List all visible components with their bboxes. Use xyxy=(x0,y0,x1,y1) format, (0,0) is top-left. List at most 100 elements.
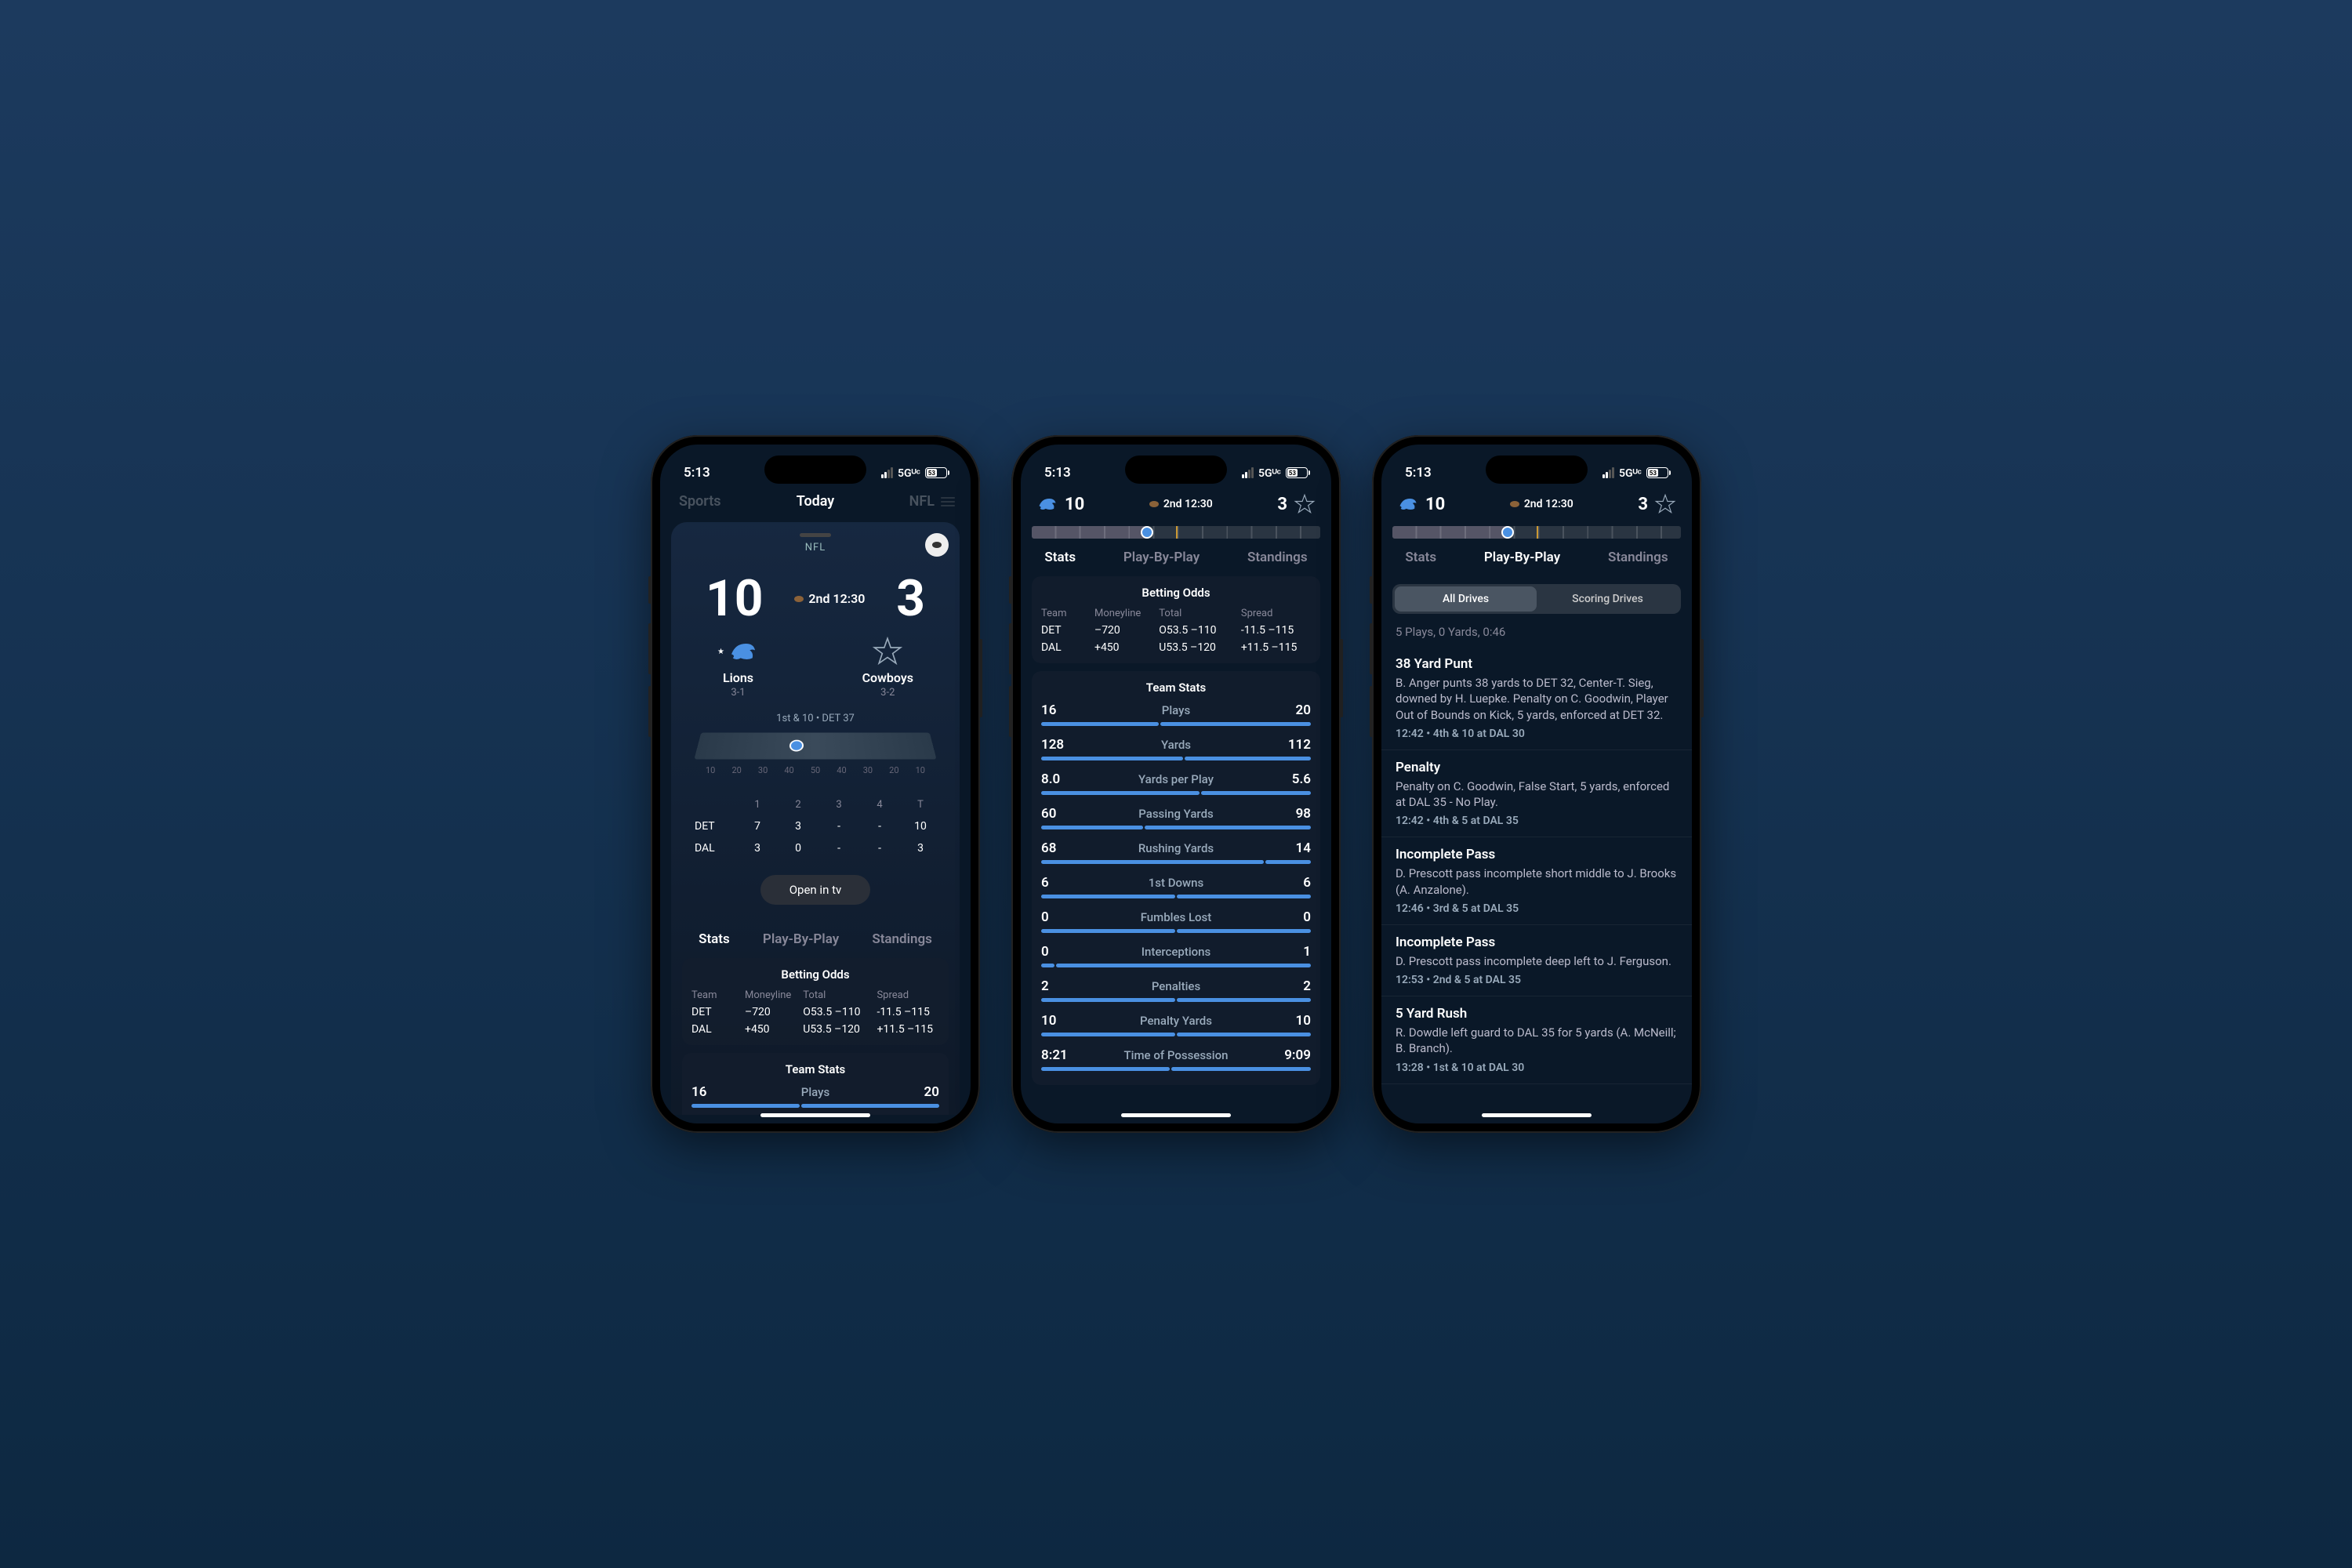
line-score-table: 1234T DET73--10 DAL30--3 xyxy=(690,794,941,859)
stat-row: 8:21 Time of Possession 9:09 xyxy=(1041,1047,1311,1071)
stat-row: 16 Plays 20 xyxy=(1041,702,1311,726)
stat-right: 6 xyxy=(1303,875,1311,891)
stat-label: Time of Possession xyxy=(1124,1048,1229,1062)
phone-play-by-play: 5:13 5Gᵁᶜ 53 10 2nd 12:30 3 Stats Play-B… xyxy=(1372,435,1701,1133)
stat-left: 16 xyxy=(1041,702,1056,718)
away-score: 3 xyxy=(1277,495,1287,514)
tab-play-by-play[interactable]: Play-By-Play xyxy=(1123,550,1200,565)
possession-icon xyxy=(1510,501,1519,507)
page-title: Today xyxy=(797,493,835,510)
play-description: D. Prescott pass incomplete short middle… xyxy=(1396,866,1678,898)
play-item[interactable]: Incomplete PassD. Prescott pass incomple… xyxy=(1381,925,1692,996)
cowboys-logo-icon xyxy=(1294,493,1316,515)
stat-row: 61st Downs6 xyxy=(1041,875,1311,898)
tab-stats[interactable]: Stats xyxy=(1044,550,1076,565)
football-icon xyxy=(931,539,943,551)
stat-label: Plays xyxy=(1162,703,1190,717)
stat-right: 0 xyxy=(1303,909,1311,925)
compact-score-header[interactable]: 10 2nd 12:30 3 xyxy=(1381,487,1692,521)
play-description: B. Anger punts 38 yards to DET 32, Cente… xyxy=(1396,675,1678,723)
home-indicator[interactable] xyxy=(1482,1113,1592,1117)
panel-title: Betting Odds xyxy=(691,967,939,982)
lions-logo-icon xyxy=(728,636,759,667)
stat-row: 2Penalties2 xyxy=(1041,978,1311,1002)
signal-icon xyxy=(881,467,893,478)
team-stats-panel: Team Stats 16Plays20128Yards1128.0Yards … xyxy=(1032,671,1320,1085)
play-item[interactable]: Incomplete PassD. Prescott pass incomple… xyxy=(1381,837,1692,925)
stat-right: 9:09 xyxy=(1284,1047,1311,1063)
tab-bar: Stats Play-By-Play Standings xyxy=(682,920,949,958)
betting-odds-panel: Betting Odds TeamMoneylineTotalSpread DE… xyxy=(1032,576,1320,663)
tab-play-by-play[interactable]: Play-By-Play xyxy=(763,931,839,947)
nav-header: Sports Today NFL xyxy=(660,487,971,516)
battery-icon: 53 xyxy=(1646,467,1668,478)
home-score: 10 xyxy=(706,569,763,628)
tab-bar: Stats Play-By-Play Standings xyxy=(1021,539,1331,576)
network-label: 5Gᵁᶜ xyxy=(1619,466,1642,480)
home-team[interactable]: ★ Lions 3-1 xyxy=(717,636,759,699)
stat-left: 128 xyxy=(1041,737,1064,753)
options-button[interactable] xyxy=(925,533,949,557)
cowboys-logo-icon xyxy=(1654,493,1676,515)
play-meta: 12:53 • 2nd & 5 at DAL 35 xyxy=(1396,974,1678,986)
home-indicator[interactable] xyxy=(1121,1113,1231,1117)
tab-standings[interactable]: Standings xyxy=(1247,550,1308,565)
status-time: 5:13 xyxy=(1044,465,1071,481)
stat-right: 5.6 xyxy=(1292,771,1311,787)
betting-odds-panel: Betting Odds TeamMoneylineTotalSpread DE… xyxy=(682,958,949,1045)
stat-left: 8:21 xyxy=(1041,1047,1068,1063)
stat-label: Passing Yards xyxy=(1138,807,1214,821)
battery-icon: 53 xyxy=(925,467,947,478)
tab-stats[interactable]: Stats xyxy=(699,931,730,947)
down-distance: 1st & 10 • DET 37 xyxy=(682,713,949,724)
plays-list[interactable]: 38 Yard Punt B. Anger punts 38 yards to D… xyxy=(1381,647,1692,1106)
stat-right: 20 xyxy=(1296,702,1311,718)
yard-labels: 102030405040302010 xyxy=(682,762,949,779)
tab-bar: Stats Play-By-Play Standings xyxy=(1381,539,1692,576)
segment-scoring-drives[interactable]: Scoring Drives xyxy=(1537,586,1679,612)
game-clock: 2nd 12:30 xyxy=(1510,498,1573,510)
stat-row: 8.0Yards per Play5.6 xyxy=(1041,771,1311,795)
league-pill[interactable]: NFL xyxy=(909,493,935,510)
panel-title: Team Stats xyxy=(691,1062,939,1076)
segment-all-drives[interactable]: All Drives xyxy=(1395,586,1537,612)
play-item[interactable]: PenaltyPenalty on C. Goodwin, False Star… xyxy=(1381,750,1692,838)
ball-marker-icon xyxy=(789,740,804,752)
sheet-grabber[interactable] xyxy=(800,533,831,537)
dynamic-island xyxy=(764,456,866,484)
tab-standings[interactable]: Standings xyxy=(1608,550,1668,565)
play-title: 5 Yard Rush xyxy=(1396,1006,1678,1022)
stat-label: Rushing Yards xyxy=(1138,841,1214,855)
home-team-record: 3-1 xyxy=(717,687,759,699)
open-in-tv-button[interactable]: Open in tv xyxy=(760,875,870,905)
compact-score-header[interactable]: 10 2nd 12:30 3 xyxy=(1021,487,1331,521)
mini-field-visualization xyxy=(1032,526,1320,539)
field-visualization xyxy=(694,732,936,759)
play-item[interactable]: 5 Yard RushR. Dowdle left guard to DAL 3… xyxy=(1381,996,1692,1084)
stat-left: 6 xyxy=(1041,875,1049,891)
play-meta: 12:42 • 4th & 5 at DAL 35 xyxy=(1396,815,1678,827)
ball-marker-icon xyxy=(1501,526,1514,539)
drive-summary: 5 Plays, 0 Yards, 0:46 xyxy=(1381,622,1692,647)
menu-icon[interactable] xyxy=(941,497,955,506)
play-item[interactable]: 38 Yard Punt B. Anger punts 38 yards to D… xyxy=(1381,647,1692,750)
tab-stats[interactable]: Stats xyxy=(1405,550,1436,565)
play-title: 38 Yard Punt xyxy=(1396,656,1678,672)
tab-standings[interactable]: Standings xyxy=(872,931,932,947)
stat-left: 10 xyxy=(1041,1013,1056,1029)
stat-row: 128Yards112 xyxy=(1041,737,1311,760)
away-team[interactable]: Cowboys 3-2 xyxy=(862,636,913,699)
table-row: DAL30--3 xyxy=(690,837,941,859)
play-title: Incomplete Pass xyxy=(1396,935,1678,950)
home-indicator[interactable] xyxy=(760,1113,870,1117)
stat-label: Fumbles Lost xyxy=(1141,910,1212,924)
status-time: 5:13 xyxy=(684,465,710,481)
play-meta: 13:28 • 1st & 10 at DAL 30 xyxy=(1396,1062,1678,1074)
phone-stats: 5:13 5Gᵁᶜ 53 10 2nd 12:30 3 Stats Play-B… xyxy=(1011,435,1341,1133)
lions-logo-icon xyxy=(1397,493,1419,515)
tab-play-by-play[interactable]: Play-By-Play xyxy=(1484,550,1560,565)
game-card[interactable]: NFL 10 2nd 12:30 3 ★ Lions 3-1 Cowboys 3… xyxy=(671,522,960,1115)
brand-label: Sports xyxy=(679,493,721,510)
stat-row: 0Interceptions1 xyxy=(1041,944,1311,967)
stat-right: 10 xyxy=(1296,1013,1311,1029)
